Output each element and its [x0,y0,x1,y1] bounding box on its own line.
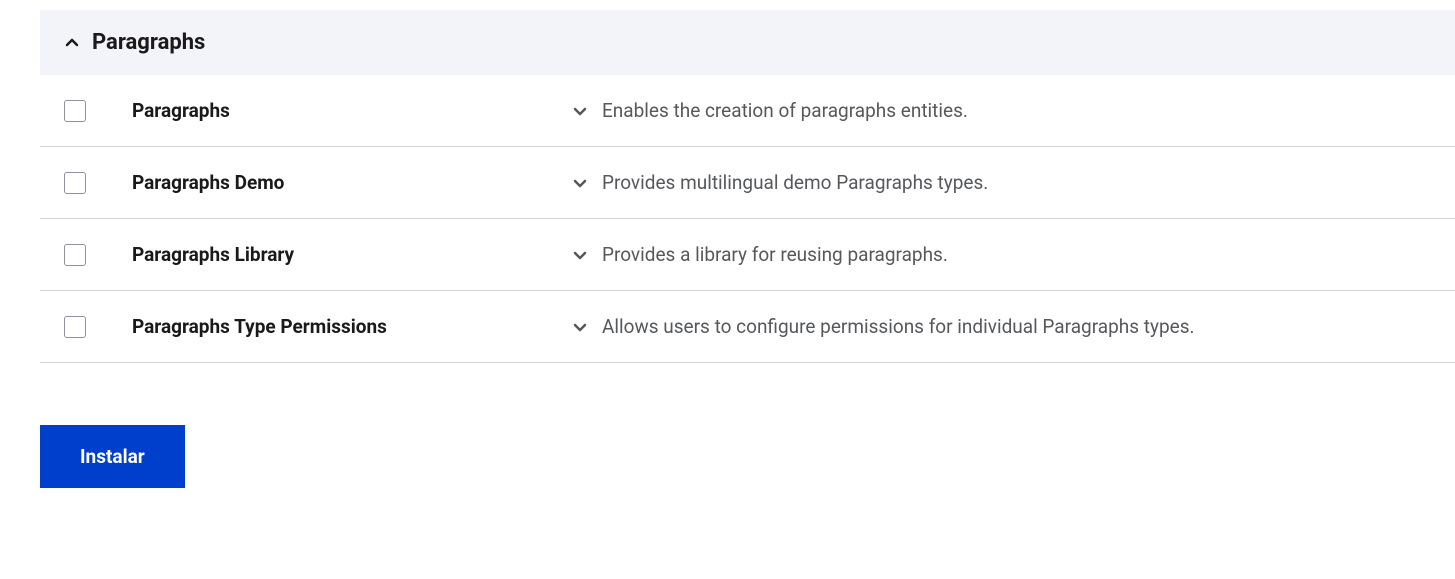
module-row: Paragraphs Enables the creation of parag… [40,75,1455,147]
module-name: Paragraphs Library [132,243,572,266]
module-checkbox[interactable] [64,316,86,338]
module-checkbox[interactable] [64,172,86,194]
module-name: Paragraphs Type Permissions [132,315,572,338]
section-header[interactable]: Paragraphs [40,10,1455,75]
module-description: Provides a library for reusing paragraph… [602,243,948,266]
chevron-down-icon[interactable] [572,247,588,263]
actions-bar: Instalar [40,425,1455,508]
chevron-down-icon[interactable] [572,319,588,335]
module-row: Paragraphs Type Permissions Allows users… [40,291,1455,363]
module-description: Provides multilingual demo Paragraphs ty… [602,171,988,194]
install-button[interactable]: Instalar [40,425,185,488]
module-row: Paragraphs Library Provides a library fo… [40,219,1455,291]
module-checkbox[interactable] [64,100,86,122]
module-description: Allows users to configure permissions fo… [602,315,1195,338]
chevron-down-icon[interactable] [572,103,588,119]
section-title: Paragraphs [92,30,205,55]
module-name: Paragraphs Demo [132,171,572,194]
module-list: Paragraphs Enables the creation of parag… [40,75,1455,363]
chevron-down-icon[interactable] [572,175,588,191]
module-row: Paragraphs Demo Provides multilingual de… [40,147,1455,219]
module-checkbox[interactable] [64,244,86,266]
module-name: Paragraphs [132,99,572,122]
chevron-up-icon [64,35,80,51]
module-description: Enables the creation of paragraphs entit… [602,99,968,122]
